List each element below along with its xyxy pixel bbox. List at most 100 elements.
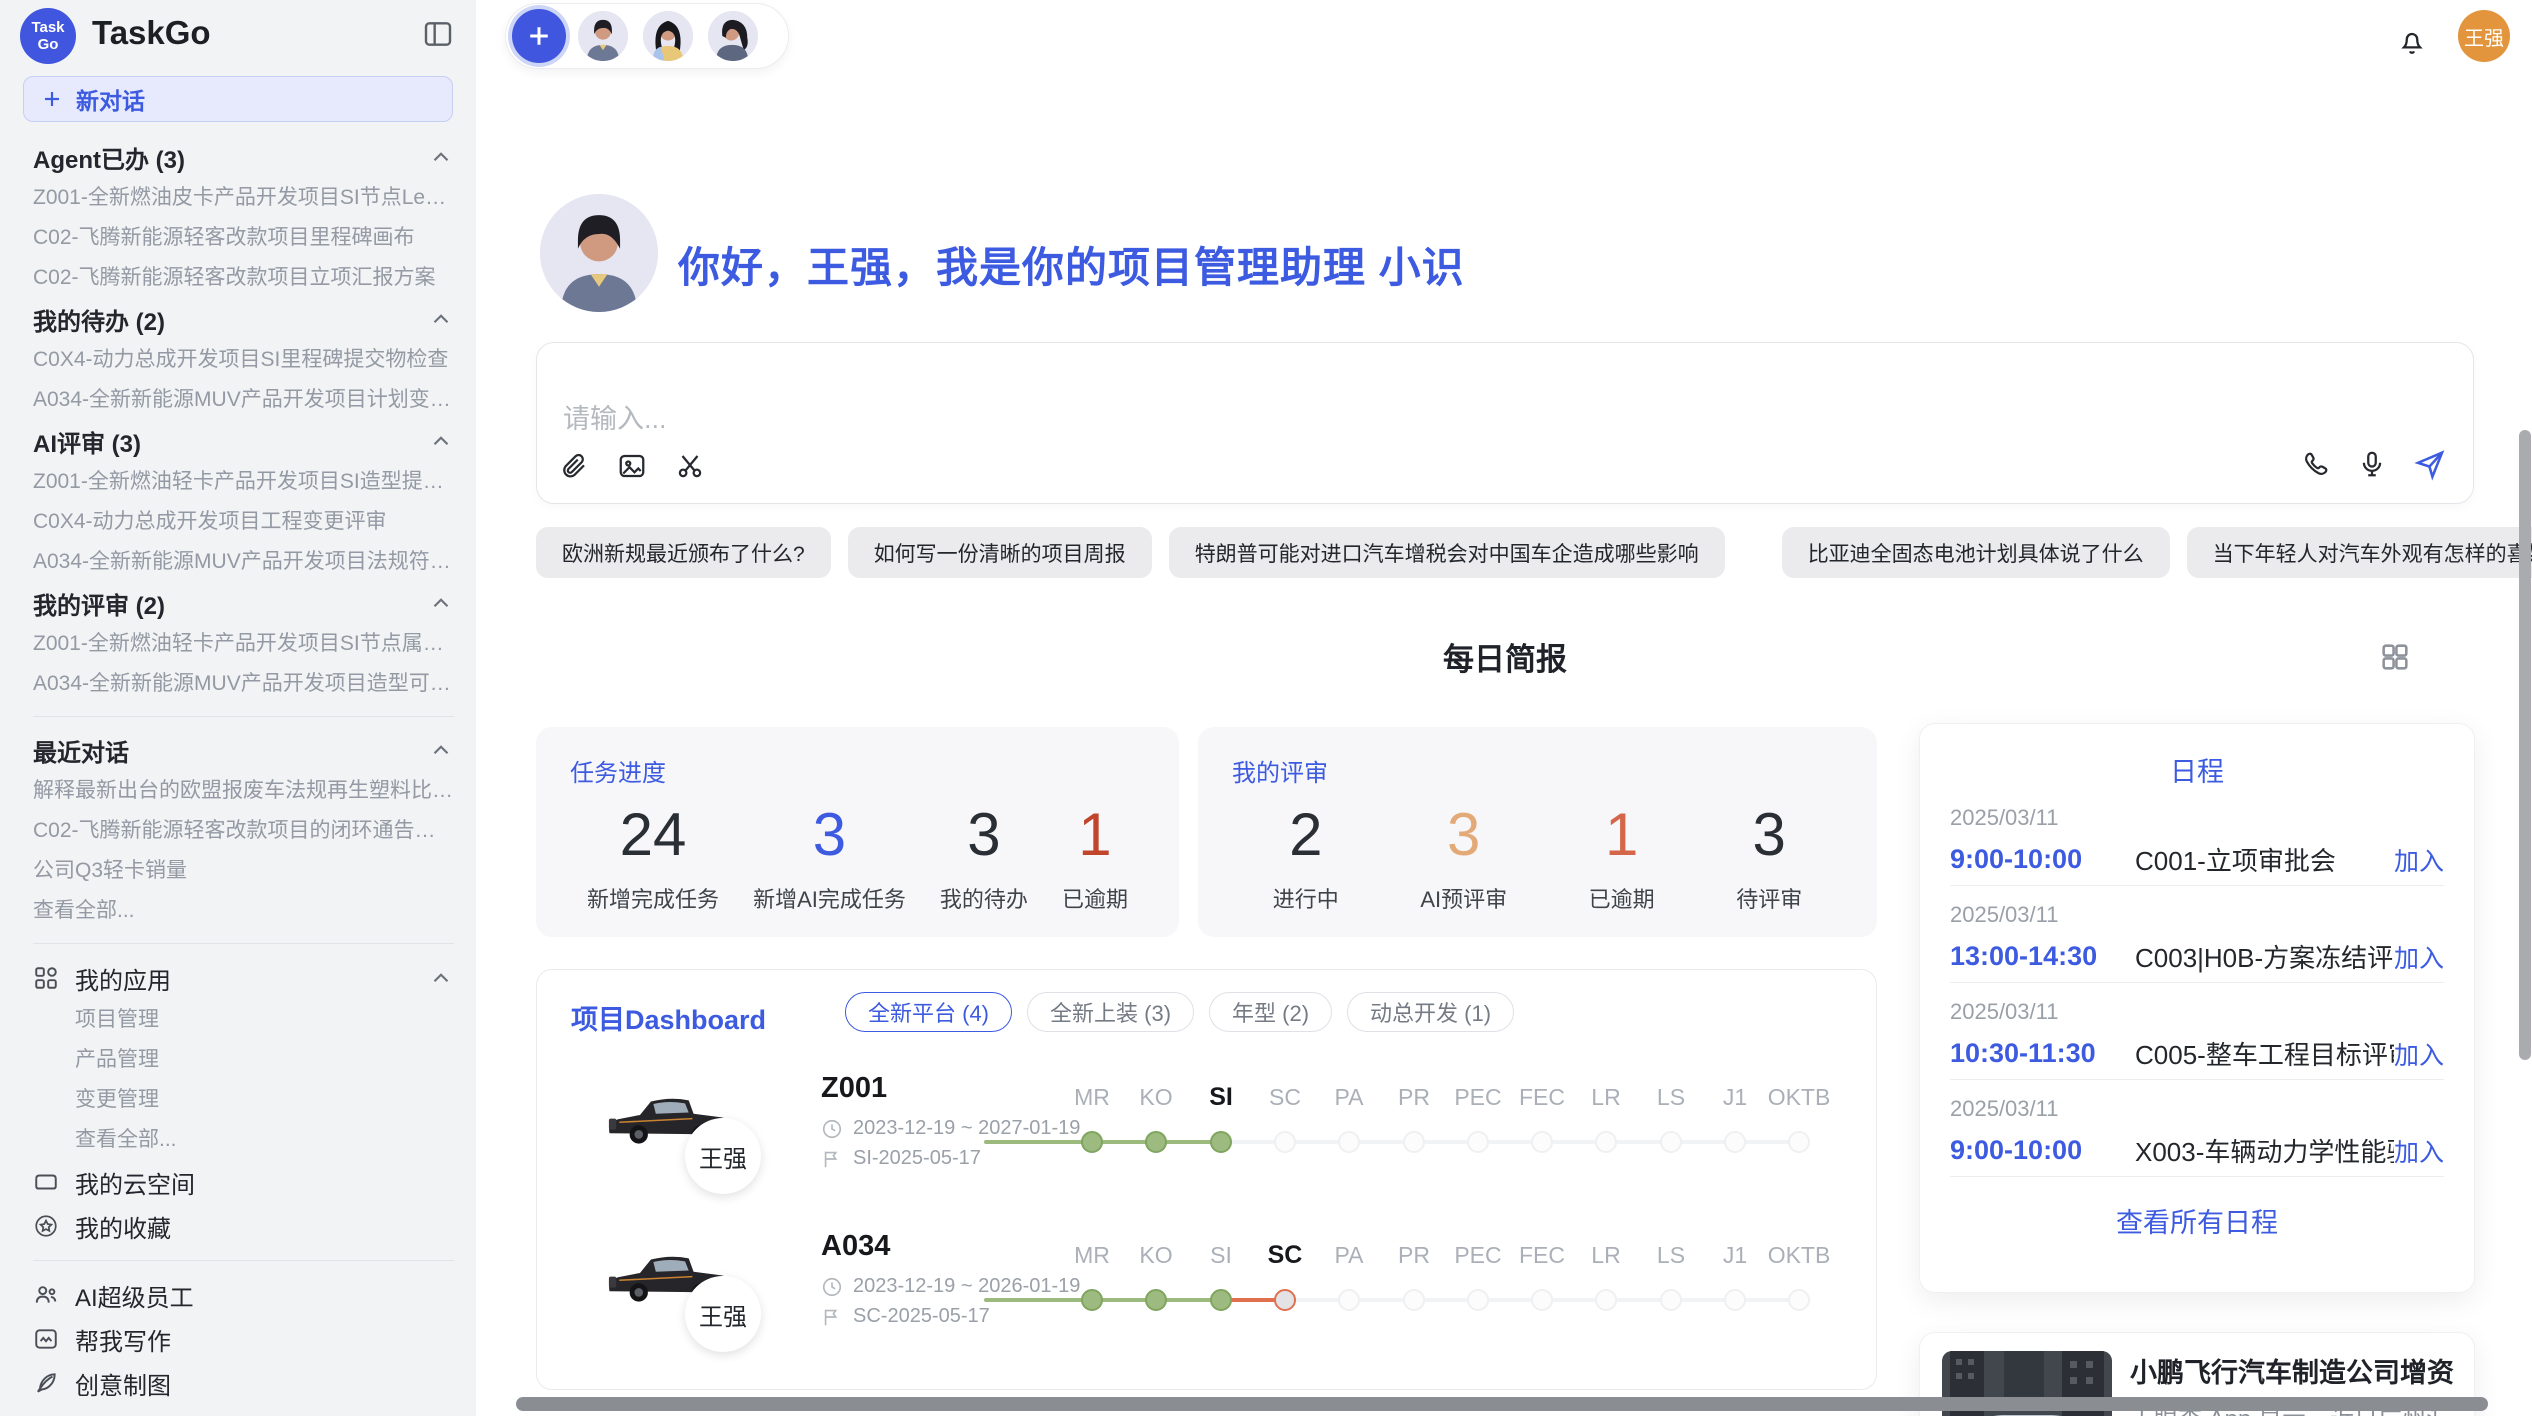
sidebar-item[interactable]: C02-飞腾新能源轻客改款项目的闭环通告反馈情况 (33, 811, 454, 851)
sidebar: Task Go TaskGo 新对话 Agent已办 (3) Z001-全新燃油… (0, 0, 476, 1416)
view-all-chats[interactable]: 查看全部... (33, 891, 454, 931)
milestone-dot (1660, 1289, 1682, 1311)
sidebar-item[interactable]: 解释最新出台的欧盟报废车法规再生塑料比例被调至15%... (33, 771, 454, 811)
milestone-dot (1788, 1131, 1810, 1153)
suggestion-chip[interactable]: 比亚迪全固态电池计划具体说了什么 (1782, 527, 2170, 578)
send-icon[interactable] (2413, 447, 2447, 481)
composer-right-icons (2301, 447, 2447, 481)
filter-pill[interactable]: 动总开发 (1) (1347, 992, 1514, 1032)
suggestion-chip[interactable]: 欧洲新规最近颁布了什么? (536, 527, 831, 578)
sidebar-item[interactable]: Z001-全新燃油轻卡产品开发项目SI节点属性5D文件评审 (33, 624, 454, 664)
agent-avatar-3[interactable] (705, 8, 761, 64)
event-date: 2025/03/11 (1950, 999, 2444, 1025)
sidebar-item[interactable]: 公司Q3轻卡销量 (33, 851, 454, 891)
daily-brief-title: 每日简报 (536, 634, 2474, 679)
sidebar-item-cloud-space[interactable]: 我的云空间 (33, 1160, 454, 1204)
vertical-scrollbar[interactable] (2519, 430, 2531, 1060)
sidebar-item[interactable]: A034-全新新能源MUV产品开发项目法规符合性评审 (33, 542, 454, 582)
milestone-label: OKTB (1759, 1240, 1839, 1270)
chevron-up-icon[interactable] (428, 306, 454, 332)
milestone-dot (1595, 1289, 1617, 1311)
horizontal-scrollbar[interactable] (516, 1397, 2488, 1411)
stat-row: 2进行中 3AI预评审 1已逾期 3待评审 (1232, 796, 1843, 914)
milestone-dot (1467, 1289, 1489, 1311)
section-ai-review[interactable]: AI评审 (3) (33, 420, 454, 462)
image-icon[interactable] (617, 451, 647, 481)
sidebar-collapse-icon[interactable] (422, 18, 454, 50)
suggestion-chip[interactable]: 特朗普可能对进口汽车增税会对中国车企造成哪些影响 (1169, 527, 1725, 578)
apps-grid-icon (33, 965, 59, 991)
milestone-label: OKTB (1759, 1082, 1839, 1112)
scissors-icon[interactable] (675, 451, 705, 481)
section-agent-done[interactable]: Agent已办 (3) (33, 136, 454, 178)
app-item-product-mgmt[interactable]: 产品管理 (33, 1040, 454, 1080)
section-my-review[interactable]: 我的评审 (2) (33, 582, 454, 624)
flag-icon (821, 1148, 843, 1170)
suggestion-chip[interactable]: 如何写一份清晰的项目周报 (848, 527, 1152, 578)
new-chat-button[interactable]: 新对话 (23, 76, 453, 122)
project-row[interactable]: 王强 A034 2023-12-19 ~ 2026-01-19 SC-2025-… (537, 1220, 1877, 1370)
dashboard-title: 项目Dashboard (571, 998, 766, 1037)
clock-icon (821, 1118, 843, 1140)
stat-value: 2 (1273, 796, 1339, 874)
flag-icon (821, 1306, 843, 1328)
chevron-up-icon[interactable] (428, 428, 454, 454)
sidebar-item-help-me-write[interactable]: 帮我写作 (33, 1317, 454, 1361)
view-all-apps[interactable]: 查看全部... (33, 1120, 454, 1160)
sidebar-item[interactable]: C0X4-动力总成开发项目SI里程碑提交物检查 (33, 340, 454, 380)
agent-avatar-2[interactable] (640, 8, 696, 64)
sidebar-item[interactable]: C02-飞腾新能源轻客改款项目立项汇报方案 (33, 258, 454, 298)
agent-avatar-1[interactable] (575, 8, 631, 64)
join-link[interactable]: 加入 (2394, 1036, 2444, 1072)
mic-icon[interactable] (2357, 449, 2387, 479)
sidebar-item-my-apps[interactable]: 我的应用 (33, 956, 454, 1000)
stat-label: 已逾期 (1589, 882, 1655, 914)
milestone-dot (1274, 1131, 1296, 1153)
logo-line1: Task (31, 19, 64, 36)
app-title: TaskGo (92, 14, 211, 52)
notification-bell-icon[interactable] (2396, 26, 2428, 58)
grid-layout-icon[interactable] (2378, 640, 2412, 674)
app-item-project-mgmt[interactable]: 项目管理 (33, 1000, 454, 1040)
sidebar-item[interactable]: C02-飞腾新能源轻客改款项目里程碑画布 (33, 218, 454, 258)
add-agent-button[interactable] (512, 9, 566, 63)
sidebar-item-ai-super-staff[interactable]: AI超级员工 (33, 1273, 454, 1317)
app-item-change-mgmt[interactable]: 变更管理 (33, 1080, 454, 1120)
join-link[interactable]: 加入 (2394, 842, 2444, 878)
sidebar-item[interactable]: C0X4-动力总成开发项目工程变更评审 (33, 502, 454, 542)
chat-composer[interactable]: 请输入... (536, 342, 2474, 504)
filter-pill[interactable]: 全新平台 (4) (845, 992, 1012, 1032)
chevron-up-icon[interactable] (428, 590, 454, 616)
filter-pill[interactable]: 年型 (2) (1209, 992, 1332, 1032)
sidebar-item[interactable]: Z001-全新燃油皮卡产品开发项目SI节点Lesson Learn报告 (33, 178, 454, 218)
chevron-up-icon[interactable] (428, 965, 454, 991)
milestone-dot (1145, 1131, 1167, 1153)
stat: 24新增完成任务 (587, 796, 719, 914)
event-date: 2025/03/11 (1950, 902, 2444, 928)
user-avatar[interactable]: 王强 (2458, 10, 2510, 62)
section-recent-chats[interactable]: 最近对话 (33, 729, 454, 771)
join-link[interactable]: 加入 (2394, 1133, 2444, 1169)
sidebar-item[interactable]: Z001-全新燃油轻卡产品开发项目SI造型提交物评审 (33, 462, 454, 502)
section-my-todo[interactable]: 我的待办 (2) (33, 298, 454, 340)
filter-pill[interactable]: 全新上装 (3) (1027, 992, 1194, 1032)
suggestion-chip[interactable]: 当下年轻人对汽车外观有怎样的喜好趋势 (2187, 527, 2532, 578)
app-window: Task Go TaskGo 新对话 Agent已办 (3) Z001-全新燃油… (0, 0, 2532, 1416)
sidebar-item[interactable]: A034-全新新能源MUV产品开发项目计划变更表编写 (33, 380, 454, 420)
sidebar-item-creative-drawing[interactable]: 创意制图 (33, 1361, 454, 1405)
schedule-event: 2025/03/11 9:00-10:00 X003-车辆动力学性能验... 加… (1950, 1080, 2444, 1177)
sidebar-item-favorites[interactable]: 我的收藏 (33, 1204, 454, 1248)
stat: 3新增AI完成任务 (753, 796, 906, 914)
phone-icon[interactable] (2301, 449, 2331, 479)
chevron-up-icon[interactable] (428, 144, 454, 170)
view-all-schedule-link[interactable]: 查看所有日程 (1950, 1201, 2444, 1240)
milestone-dot (1531, 1131, 1553, 1153)
flag-label: SC-2025-05-17 (853, 1305, 990, 1328)
chevron-up-icon[interactable] (428, 737, 454, 763)
event-time: 9:00-10:00 (1950, 1135, 2135, 1166)
sidebar-item-label: 我的收藏 (75, 1209, 171, 1244)
project-row[interactable]: 王强 Z001 2023-12-19 ~ 2027-01-19 SI-2025-… (537, 1062, 1877, 1212)
join-link[interactable]: 加入 (2394, 939, 2444, 975)
paperclip-icon[interactable] (559, 451, 589, 481)
sidebar-item[interactable]: A034-全新新能源MUV产品开发项目造型可行性评审 (33, 664, 454, 704)
